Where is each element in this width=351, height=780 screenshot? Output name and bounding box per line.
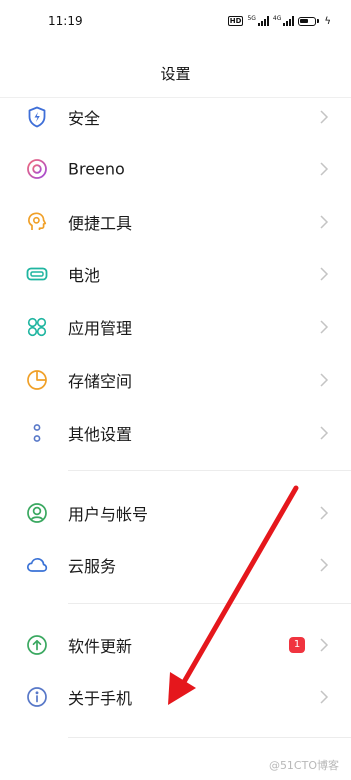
- header: 设置: [0, 44, 351, 98]
- settings-item-other-settings[interactable]: 其他设置: [0, 407, 351, 459]
- settings-item-label: 便捷工具: [68, 214, 133, 233]
- chevron-right-icon: [320, 558, 329, 572]
- battery-icon: [26, 263, 48, 285]
- section-divider: [68, 737, 351, 738]
- signal-2-label: 4G: [272, 15, 282, 22]
- info-icon: [26, 686, 48, 708]
- settings-item-label: 电池: [68, 266, 101, 285]
- settings-item-label: 存储空间: [68, 372, 133, 391]
- update-count-badge: 1: [289, 637, 305, 653]
- charging-icon: ϟ: [324, 15, 331, 27]
- chevron-right-icon: [320, 215, 329, 229]
- settings-item-label: 安全: [68, 109, 101, 128]
- settings-item-users-accounts[interactable]: 用户与帐号: [0, 487, 351, 539]
- settings-item-about-phone[interactable]: 关于手机: [0, 671, 351, 723]
- settings-item-label: 其他设置: [68, 425, 133, 444]
- chevron-right-icon: [320, 162, 329, 176]
- chevron-right-icon: [320, 320, 329, 334]
- tools-icon: [26, 211, 48, 233]
- breeno-icon: [26, 158, 48, 180]
- settings-item-cloud-services[interactable]: 云服务: [0, 539, 351, 591]
- chevron-right-icon: [320, 267, 329, 281]
- section-divider: [68, 470, 351, 471]
- user-icon: [26, 502, 48, 524]
- settings-item-label: 软件更新: [68, 637, 133, 656]
- more-settings-icon: [26, 422, 48, 444]
- chevron-right-icon: [320, 690, 329, 704]
- settings-item-label: Breeno: [68, 159, 125, 179]
- signal-1-label: 5G: [247, 15, 256, 22]
- cloud-icon: [26, 554, 48, 576]
- settings-item-breeno[interactable]: Breeno: [0, 143, 351, 195]
- chevron-right-icon: [320, 426, 329, 440]
- update-icon: [26, 634, 48, 656]
- section-divider: [68, 603, 351, 604]
- storage-icon: [26, 369, 48, 391]
- signal-icon-1: 5G: [247, 15, 269, 26]
- battery-tip: [317, 19, 320, 23]
- battery-status-icon: [298, 16, 317, 26]
- chevron-right-icon: [320, 506, 329, 520]
- settings-item-app-management[interactable]: 应用管理: [0, 301, 351, 353]
- page-title: 设置: [160, 65, 191, 83]
- chevron-right-icon: [320, 638, 329, 652]
- settings-item-software-update[interactable]: 软件更新 1: [0, 619, 351, 671]
- settings-item-battery[interactable]: 电池: [0, 248, 351, 300]
- status-icons: HD 5G 4G ϟ: [227, 13, 331, 29]
- settings-item-label: 云服务: [68, 557, 117, 576]
- settings-item-label: 应用管理: [68, 319, 133, 338]
- chevron-right-icon: [320, 110, 329, 124]
- chevron-right-icon: [320, 373, 329, 387]
- apps-icon: [26, 316, 48, 338]
- settings-item-label: 关于手机: [68, 689, 133, 708]
- signal-icon-2: 4G: [272, 15, 295, 26]
- settings-item-security[interactable]: 安全: [0, 91, 351, 143]
- watermark: @51CTO博客: [268, 759, 339, 772]
- settings-item-label: 用户与帐号: [68, 505, 149, 524]
- status-bar: 11:19 HD 5G 4G ϟ: [0, 0, 351, 44]
- settings-item-convenience-tools[interactable]: 便捷工具: [0, 196, 351, 248]
- shield-icon: [26, 106, 48, 128]
- hd-icon: HD: [227, 16, 244, 26]
- settings-item-storage[interactable]: 存储空间: [0, 354, 351, 406]
- status-time: 11:19: [48, 14, 83, 28]
